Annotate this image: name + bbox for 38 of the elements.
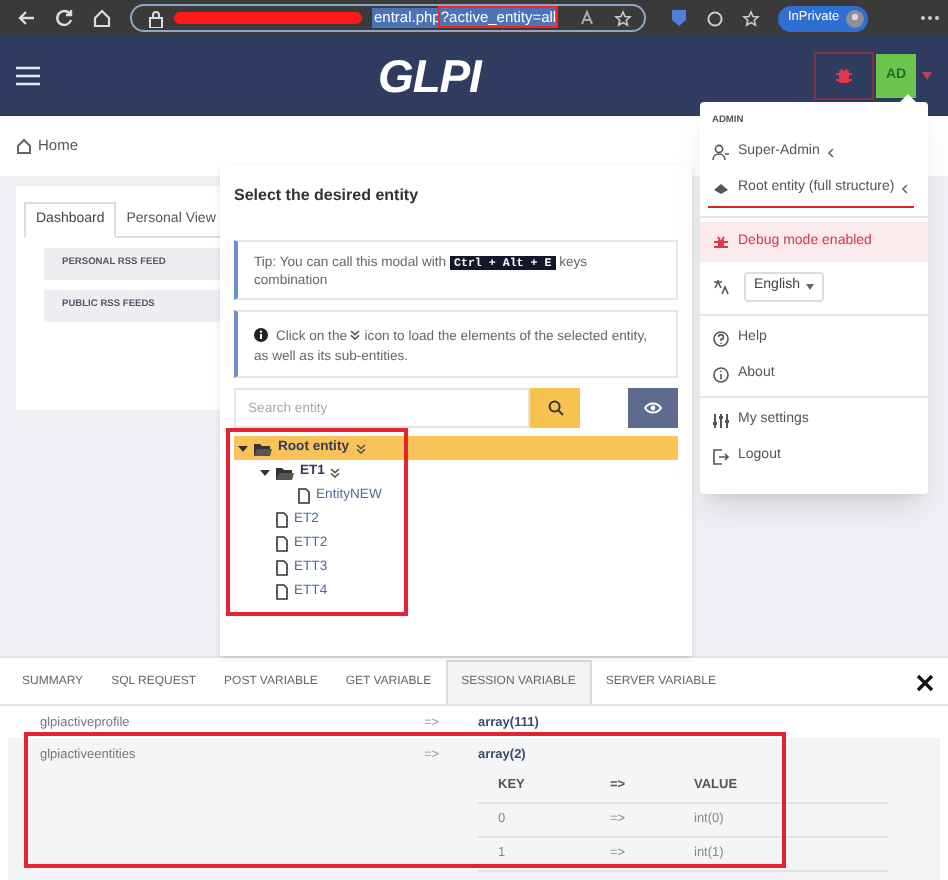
favorite-icon[interactable] — [614, 9, 633, 27]
avatar-icon — [845, 9, 864, 27]
sliders-icon — [712, 411, 730, 429]
logout-icon — [712, 447, 730, 465]
logo: GLPI — [378, 50, 481, 102]
caret-down-icon — [260, 467, 270, 477]
search-icon — [547, 400, 563, 416]
chevron-left-icon — [827, 147, 834, 157]
more-icon[interactable] — [920, 14, 940, 22]
back-icon[interactable] — [16, 8, 36, 28]
caret-icon — [805, 283, 814, 289]
open-folder-icon — [276, 465, 294, 479]
lock-icon — [148, 9, 164, 27]
double-chevron-icon[interactable] — [355, 443, 365, 453]
search-button[interactable] — [530, 388, 580, 428]
chevron-left-icon — [902, 183, 909, 193]
home-icon — [16, 138, 32, 154]
menu-icon[interactable] — [16, 66, 40, 86]
home-icon[interactable] — [92, 8, 112, 28]
shield-icon[interactable] — [670, 8, 688, 28]
read-aloud-icon[interactable] — [580, 10, 597, 26]
double-chevron-icon[interactable] — [330, 467, 341, 477]
double-chevron-icon — [350, 330, 361, 340]
user-icon — [712, 143, 730, 161]
eye-icon — [644, 402, 662, 414]
reload-icon[interactable] — [54, 8, 74, 28]
close-icon[interactable] — [916, 674, 934, 692]
caret-down-icon — [238, 443, 248, 453]
debug-button[interactable] — [814, 52, 874, 100]
info-icon — [712, 365, 730, 383]
bug-icon — [712, 233, 730, 251]
bug-icon — [834, 66, 854, 86]
modal-title: Select the desired entity — [234, 184, 421, 208]
translate-icon — [712, 277, 730, 295]
view-button[interactable] — [628, 388, 678, 428]
open-folder-icon — [254, 441, 272, 455]
info-icon — [254, 328, 268, 342]
help-icon — [712, 329, 730, 347]
